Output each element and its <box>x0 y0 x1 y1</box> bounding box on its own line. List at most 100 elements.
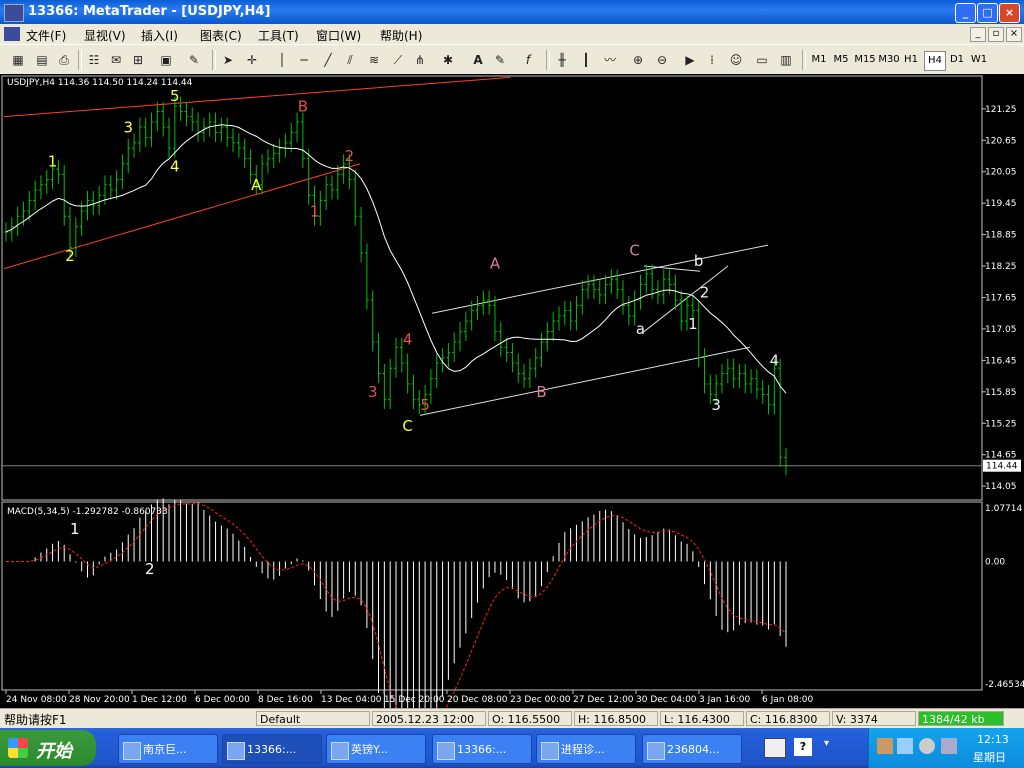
chart-window[interactable]: 121.25 120.65 120.05 119.45 118.85 118.25 117.… <box>0 74 1024 708</box>
menu-insert[interactable]: 插入(I) <box>141 27 178 44</box>
navigator-icon[interactable]: ⊞ <box>128 50 148 70</box>
keyboard-icon[interactable] <box>764 738 786 758</box>
menu-charts[interactable]: 图表(C) <box>200 27 242 44</box>
price-bar <box>725 358 730 383</box>
close-button[interactable]: × <box>999 3 1020 23</box>
trendline-icon[interactable]: ╱ <box>318 50 338 70</box>
lower-channel-line <box>3 163 361 270</box>
fan-icon[interactable]: ⟋ <box>388 50 408 70</box>
gann-icon[interactable]: ✱ <box>438 50 458 70</box>
tray-app-icon[interactable] <box>941 738 957 754</box>
candles-icon[interactable]: ┃ <box>576 50 596 70</box>
price-bar <box>231 128 236 153</box>
metatrader-app-icon[interactable] <box>4 4 24 22</box>
network-icon[interactable] <box>897 738 913 754</box>
price-bar <box>737 364 742 389</box>
usdjpy-h4-chart[interactable]: 121.25 120.65 120.05 119.45 118.85 118.25 117.… <box>0 74 1024 708</box>
mdi-close-button[interactable]: × <box>1006 27 1022 42</box>
bar-chart-icon[interactable]: ╫ <box>552 50 572 70</box>
wave-label: A <box>251 176 262 194</box>
fx-icon[interactable]: f <box>518 50 538 70</box>
zoom-out-icon[interactable]: ⊖ <box>652 50 672 70</box>
price-bar <box>411 374 416 410</box>
status-traffic: 1384/42 kb <box>918 711 1004 726</box>
timeframe-h4[interactable]: H4 <box>924 51 946 71</box>
mdi-chart-icon[interactable] <box>4 27 20 41</box>
expert-advisor-icon[interactable]: ☺ <box>726 50 746 70</box>
maximize-button[interactable]: □ <box>977 3 998 23</box>
status-time: 2005.12.23 12:00 <box>372 711 486 726</box>
wave-label: 4 <box>170 158 180 176</box>
new-chart-icon[interactable]: ▦ <box>8 50 28 70</box>
periodicity-icon[interactable]: ▭ <box>752 50 772 70</box>
mdi-restore-button[interactable]: ▫ <box>988 27 1004 42</box>
price-bar <box>265 149 270 174</box>
fibonacci-icon[interactable]: ≋ <box>364 50 384 70</box>
task-item[interactable]: 13366:... <box>432 734 532 764</box>
timeframe-w1[interactable]: W1 <box>970 51 988 69</box>
templates-icon[interactable]: ▥ <box>776 50 796 70</box>
timeframe-m30[interactable]: M30 <box>878 51 900 69</box>
price-bar <box>696 301 701 368</box>
task-item[interactable]: 13366:... <box>222 734 322 764</box>
terminal-icon[interactable]: ▣ <box>156 50 176 70</box>
autoscroll-icon[interactable]: ▶ <box>680 50 700 70</box>
menu-file[interactable]: 文件(F) <box>26 27 66 44</box>
market-watch-icon[interactable]: ☷ <box>84 50 104 70</box>
pitchfork-icon[interactable]: ⋔ <box>410 50 430 70</box>
price-bar <box>533 348 538 378</box>
horizontal-line-icon[interactable]: ─ <box>294 50 314 70</box>
label-icon[interactable]: ✎ <box>490 50 510 70</box>
tester-icon[interactable]: ✎ <box>184 50 204 70</box>
wave-label: 2 <box>345 147 355 165</box>
start-button[interactable]: 开始 <box>0 730 96 766</box>
crosshair-icon[interactable]: ✛ <box>242 50 262 70</box>
cursor-icon[interactable]: ➤ <box>218 50 238 70</box>
task-item[interactable]: 进程诊... <box>536 734 636 764</box>
menu-tools[interactable]: 工具(T) <box>258 27 299 44</box>
menu-view[interactable]: 显视(V) <box>84 27 126 44</box>
status-high: H: 116.8500 <box>574 711 658 726</box>
wave-label: 3 <box>123 118 133 136</box>
mdi-minimize-button[interactable]: _ <box>970 27 986 42</box>
price-bar <box>591 274 596 300</box>
price-bar <box>516 353 521 383</box>
task-item[interactable]: 南京巨... <box>118 734 218 764</box>
speaker-icon[interactable] <box>919 738 935 754</box>
wave-label: 5 <box>420 396 430 414</box>
timeframe-m15[interactable]: M15 <box>854 51 876 69</box>
chart-shift-icon[interactable]: ⁞ <box>702 50 722 70</box>
vertical-line-icon[interactable]: │ <box>272 50 292 70</box>
price-bar <box>271 143 276 169</box>
price-bar <box>62 164 67 226</box>
timeframe-d1[interactable]: D1 <box>948 51 966 69</box>
price-bar <box>545 322 550 352</box>
menu-window[interactable]: 窗口(W) <box>316 27 361 44</box>
wave-label: C <box>629 242 639 260</box>
start-label: 开始 <box>36 741 72 762</box>
menu-help[interactable]: 帮助(H) <box>380 27 422 44</box>
help-icon[interactable]: ? <box>794 738 812 756</box>
wave-label: b <box>694 252 704 270</box>
open-icon[interactable]: ▤ <box>32 50 52 70</box>
timeframe-h1[interactable]: H1 <box>902 51 920 69</box>
channel-icon[interactable]: ⫽ <box>340 50 360 70</box>
task-item[interactable]: 236804... <box>642 734 742 764</box>
users-icon[interactable] <box>877 738 893 754</box>
price-bar <box>504 337 509 362</box>
chevron-down-icon[interactable]: ▾ <box>824 738 829 749</box>
price-bar <box>33 180 38 210</box>
zoom-in-icon[interactable]: ⊕ <box>628 50 648 70</box>
price-bar <box>359 206 364 263</box>
line-chart-icon[interactable]: 〰 <box>600 50 620 70</box>
timeframe-m5[interactable]: M5 <box>832 51 850 69</box>
task-item[interactable]: 英镑Y... <box>326 734 426 764</box>
price-bar <box>213 112 218 142</box>
minimize-button[interactable]: _ <box>955 3 976 23</box>
print-icon[interactable]: ⎙ <box>54 50 74 70</box>
windows-logo-icon <box>8 738 28 758</box>
text-icon[interactable]: A <box>468 50 488 70</box>
timeframe-m1[interactable]: M1 <box>810 51 828 69</box>
price-bar <box>137 117 142 153</box>
data-window-icon[interactable]: ✉ <box>106 50 126 70</box>
